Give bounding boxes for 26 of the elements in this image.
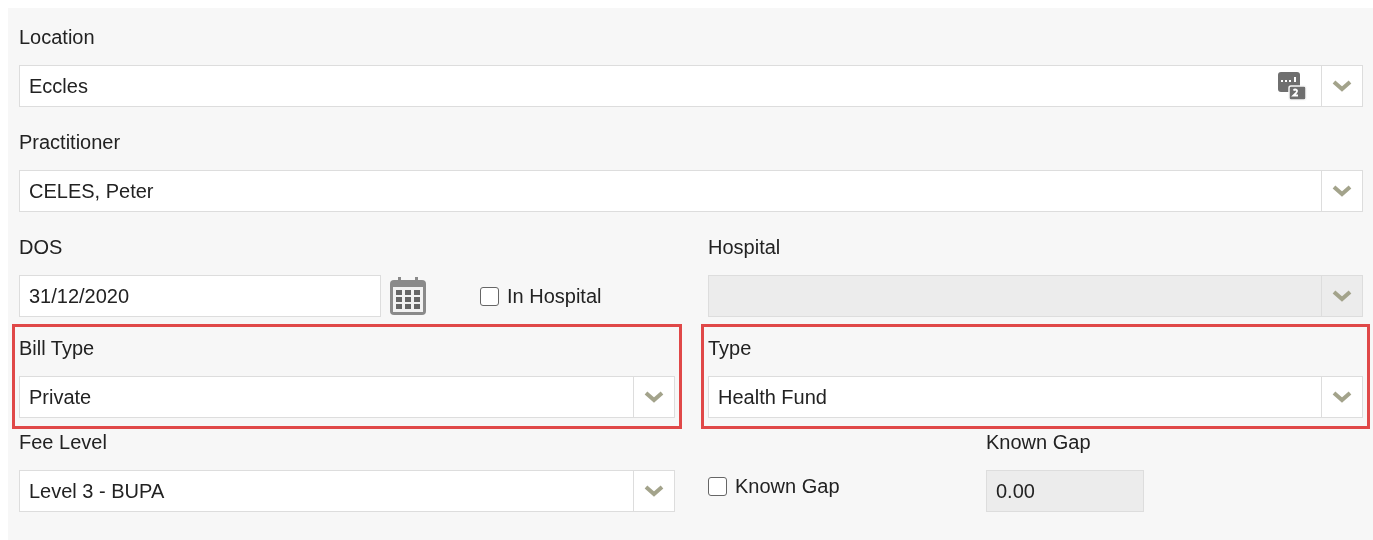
field-label: DOS <box>19 235 63 260</box>
date-field[interactable]: 31/12/2020 <box>19 275 381 317</box>
location-picker-icon[interactable] <box>1277 71 1307 101</box>
field-label: Location <box>19 25 95 50</box>
fee-level-select[interactable]: Level 3 - BUPA <box>19 470 675 512</box>
location-select[interactable]: Eccles <box>19 65 1363 107</box>
chevron-down-icon <box>1332 290 1352 302</box>
field-label: Bill Type <box>19 336 95 361</box>
checkbox[interactable] <box>480 286 499 306</box>
calendar-icon[interactable] <box>389 276 427 316</box>
field-label: Practitioner <box>19 130 121 155</box>
field-label: Fee Level <box>19 430 107 455</box>
checkbox[interactable] <box>708 477 727 496</box>
checkbox-label: Known Gap <box>735 475 840 498</box>
checkbox-label: In Hospital <box>507 284 602 308</box>
chevron-down-icon <box>644 391 664 403</box>
type-select[interactable]: Health Fund <box>708 376 1363 418</box>
chevron-down-icon <box>1332 391 1352 403</box>
field-label: Hospital <box>708 235 781 260</box>
field-label: Known Gap <box>986 430 1091 455</box>
chevron-down-icon <box>644 485 664 497</box>
practitioner-select[interactable]: CELES, Peter <box>19 170 1363 212</box>
field-label: Type <box>708 336 752 361</box>
bill-type-select[interactable]: Private <box>19 376 675 418</box>
chevron-down-icon <box>1332 80 1352 92</box>
chevron-down-icon <box>1332 185 1352 197</box>
